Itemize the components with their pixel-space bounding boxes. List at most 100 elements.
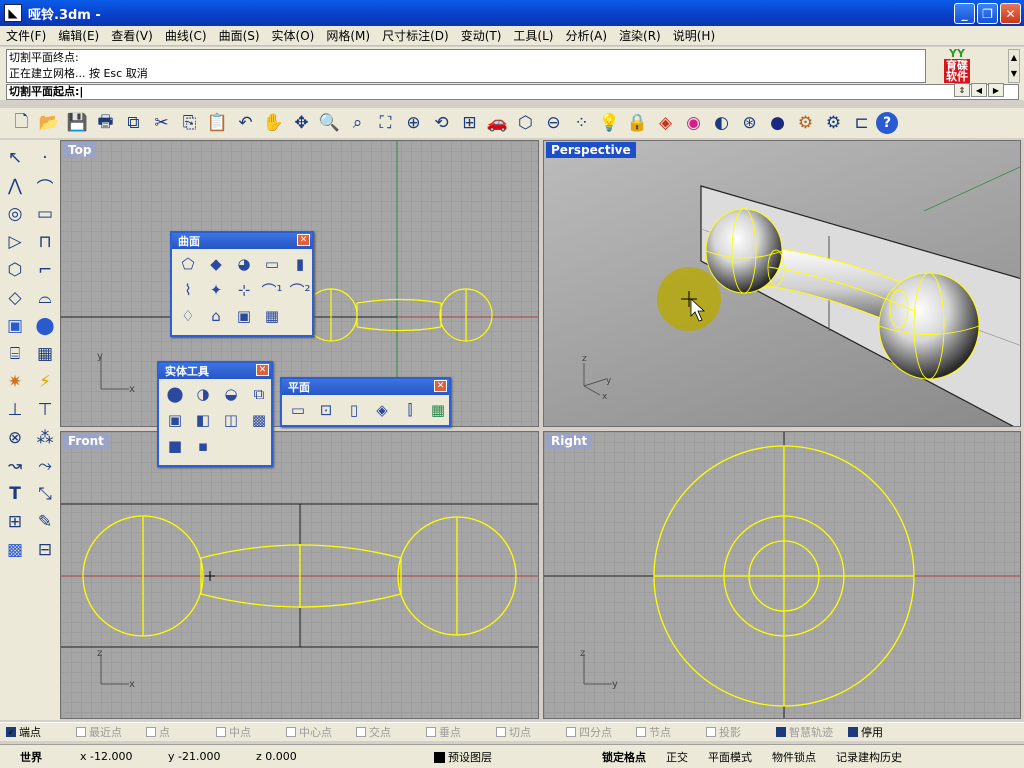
patch-icon[interactable]: ♢ xyxy=(175,304,201,328)
print-icon[interactable]: 🖶 xyxy=(92,110,119,136)
osnap-tan[interactable]: 切点 xyxy=(496,724,560,740)
block-icon[interactable]: ⊞ xyxy=(1,508,29,536)
osnap-center[interactable]: 中心点 xyxy=(286,724,350,740)
osnap-knot[interactable]: 节点 xyxy=(636,724,700,740)
status-history[interactable]: 记录建构历史 xyxy=(826,749,912,765)
new-file-icon[interactable]: 🗋 xyxy=(8,110,35,136)
cap-planar-icon[interactable]: ▣ xyxy=(162,408,188,432)
viewport-perspective[interactable]: z y x Perspective xyxy=(543,140,1021,427)
command-line[interactable]: 切割平面起点:| xyxy=(6,84,1019,100)
menu-surface[interactable]: 曲面(S) xyxy=(213,27,266,44)
heightfield-icon[interactable]: ▦ xyxy=(259,304,285,328)
curve-points-icon[interactable]: ⌒ xyxy=(31,172,59,200)
surface-from-points-icon[interactable]: ⬠ xyxy=(175,252,201,276)
drape-icon[interactable]: ▣ xyxy=(231,304,257,328)
dimension-icon[interactable]: ⊟ xyxy=(31,536,59,564)
plane-panel[interactable]: 平面 ✕ ▭ ⊡ ▯ ◈ ⫿ ▦ xyxy=(280,377,451,427)
rhino-app-icon[interactable]: ◣ xyxy=(4,4,22,22)
sphere-surface-icon[interactable]: ◕ xyxy=(231,252,257,276)
status-grid-snap[interactable]: 锁定格点 xyxy=(592,749,656,765)
undo-view-icon[interactable]: ⟲ xyxy=(428,110,455,136)
move-icon[interactable]: ⤡ xyxy=(31,480,59,508)
osnap-project[interactable]: 投影 xyxy=(706,724,770,740)
surface-panel[interactable]: 曲面 ✕ ⬠ ◆ ◕ ▭ ▮ ⌇ ✦ ⊹ ⌒¹ ⌒² ♢ ⌂ ▣ ▦ xyxy=(170,231,314,337)
boolean-intersection-icon[interactable]: ◒ xyxy=(218,382,244,406)
polyline-icon[interactable]: ⋀ xyxy=(1,172,29,200)
point-icon[interactable]: · xyxy=(31,144,59,172)
fillet-curve-icon[interactable]: ⌐ xyxy=(31,256,59,284)
curve-from-objects-icon[interactable]: ↝ xyxy=(1,452,29,480)
network-surface-icon[interactable]: ⌂ xyxy=(203,304,229,328)
osnap-smarttrack[interactable]: 智慧轨迹 xyxy=(776,724,842,740)
options-gear-icon[interactable]: ⚙ xyxy=(792,110,819,136)
osnap-quad[interactable]: 四分点 xyxy=(566,724,630,740)
restore-button[interactable]: ❐ xyxy=(977,3,998,24)
shade-icon[interactable]: ◐ xyxy=(708,110,735,136)
status-cplane[interactable]: 世界 xyxy=(0,749,70,765)
paste-icon[interactable]: 📋 xyxy=(204,110,231,136)
cplane-icon[interactable]: ⬡ xyxy=(512,110,539,136)
plane-picture-icon[interactable]: ▦ xyxy=(425,398,451,422)
lightning-icon[interactable]: ⚡ xyxy=(31,368,59,396)
trim-icon[interactable]: ⊥ xyxy=(1,396,29,424)
solid-fillet-icon[interactable]: ■ xyxy=(162,434,188,458)
box-icon[interactable]: ▣ xyxy=(1,312,29,340)
settings-gear-icon[interactable]: ⚙ xyxy=(820,110,847,136)
menu-edit[interactable]: 编辑(E) xyxy=(52,27,105,44)
solid-chamfer-icon[interactable]: ▪ xyxy=(190,434,216,458)
hexagon-icon[interactable]: ⬡ xyxy=(1,256,29,284)
menu-transform[interactable]: 变动(T) xyxy=(455,27,508,44)
viewport-right[interactable]: y z Right xyxy=(543,431,1021,719)
edit-points-icon[interactable]: ✎ xyxy=(31,508,59,536)
undo-icon[interactable]: ↶ xyxy=(232,110,259,136)
extrude-surface-icon[interactable]: ▮ xyxy=(287,252,313,276)
solid-union-icon[interactable]: ⬤ xyxy=(31,312,59,340)
osnap-point[interactable]: 点 xyxy=(146,724,210,740)
updown-icon[interactable]: ⇕ xyxy=(954,83,970,97)
plane-surface-icon[interactable]: ▭ xyxy=(259,252,285,276)
menu-help[interactable]: 说明(H) xyxy=(667,27,721,44)
rotate-view-icon[interactable]: ✥ xyxy=(288,110,315,136)
copy-icon[interactable]: ⎘ xyxy=(176,110,203,136)
boolean-union-icon[interactable]: ⬤ xyxy=(162,382,188,406)
menu-curve[interactable]: 曲线(C) xyxy=(159,27,213,44)
zoom-icon[interactable]: 🔍 xyxy=(316,110,343,136)
surface-edge-icon[interactable]: ⌓ xyxy=(31,284,59,312)
offset-icon[interactable]: ⤳ xyxy=(31,452,59,480)
viewport-label-perspective[interactable]: Perspective xyxy=(546,142,636,158)
split-icon[interactable]: ⊤ xyxy=(31,396,59,424)
rectangle-icon[interactable]: ▭ xyxy=(31,200,59,228)
viewport-front[interactable]: x z Front xyxy=(60,431,539,719)
osnap-int[interactable]: 交点 xyxy=(356,724,420,740)
sweep-icon[interactable]: ✦ xyxy=(203,278,229,302)
rect-corner-icon[interactable]: ⊓ xyxy=(31,228,59,256)
four-view-icon[interactable]: ⊞ xyxy=(456,110,483,136)
snap-circle-icon[interactable]: ⊖ xyxy=(540,110,567,136)
zoom-extents-icon[interactable]: ⛶ xyxy=(372,110,399,136)
menu-file[interactable]: 文件(F) xyxy=(0,27,52,44)
surface-panel-header[interactable]: 曲面 ✕ xyxy=(172,233,312,249)
extrude-face-icon[interactable]: ◫ xyxy=(218,408,244,432)
car-icon[interactable]: 🚗 xyxy=(484,110,511,136)
status-ortho[interactable]: 正交 xyxy=(656,749,698,765)
solid-tools-panel[interactable]: 实体工具 ✕ ⬤ ◑ ◒ ⧉ ▣ ◧ ◫ ▩ ■ ▪ xyxy=(157,361,273,467)
boolean-icon[interactable]: ⊗ xyxy=(1,424,29,452)
open-folder-icon[interactable]: 📂 xyxy=(36,110,63,136)
render-sphere-icon[interactable]: ● xyxy=(764,110,791,136)
minimize-button[interactable]: _ xyxy=(954,3,975,24)
edge-surface-icon[interactable]: ◆ xyxy=(203,252,229,276)
menu-view[interactable]: 查看(V) xyxy=(105,27,159,44)
zoom-window-icon[interactable]: ⌕ xyxy=(344,110,371,136)
command-scrollbar[interactable]: ▲ ▼ xyxy=(1008,49,1020,83)
prev-icon[interactable]: ◀ xyxy=(971,83,987,97)
close-icon[interactable]: ✕ xyxy=(297,234,310,246)
close-icon[interactable]: ✕ xyxy=(256,364,269,376)
rail-1-icon[interactable]: ⌒¹ xyxy=(259,278,285,302)
mesh-plane-icon[interactable]: ▦ xyxy=(31,340,59,368)
next-icon[interactable]: ▶ xyxy=(988,83,1004,97)
explode-icon[interactable]: ✷ xyxy=(1,368,29,396)
surface-corner-icon[interactable]: ◇ xyxy=(1,284,29,312)
plane-vertical-icon[interactable]: ▯ xyxy=(341,398,367,422)
polygon-icon[interactable]: ▷ xyxy=(1,228,29,256)
close-button[interactable]: ✕ xyxy=(1000,3,1021,24)
